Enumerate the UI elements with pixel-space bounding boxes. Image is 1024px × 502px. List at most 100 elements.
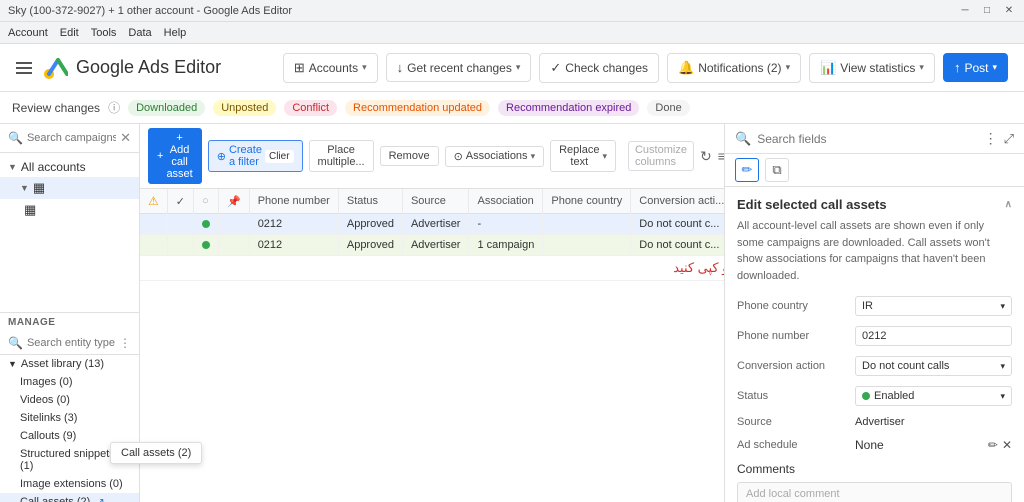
stats-icon: 📊 [820,60,836,76]
expand-panel-icon[interactable]: ⤢ [1004,131,1014,147]
content-search-box[interactable]: Customize columns [628,141,694,171]
conflict-badge[interactable]: Conflict [284,100,337,116]
all-accounts-label: All accounts [21,160,86,174]
accounts-button[interactable]: ⊞ Accounts ▾ [283,53,378,83]
table-row[interactable]: 0212 Approved Advertiser 1 campaign Do n… [140,235,724,256]
conversion-caret-icon: ▾ [1000,361,1005,372]
table-row[interactable]: 0212 Approved Advertiser - Do not count … [140,214,724,235]
post-button[interactable]: ↑ Post ▾ [943,53,1008,82]
table-header-row: ⚠ ✓ ○ 📌 Phone number Status Source Assoc… [140,189,724,214]
sidebar-item-sitelinks[interactable]: Sitelinks (3) [0,409,139,427]
conversion-action-select[interactable]: Do not count calls ▾ [855,356,1012,376]
sidebar-search2-icon: 🔍 [8,336,23,350]
sidebar-entity-list: ▼ Asset library (13) Images (0) Videos (… [0,355,139,502]
edit-button[interactable]: ✏ [735,158,759,182]
menubar: Account Edit Tools Data Help [0,22,1024,44]
sidebar-item-videos[interactable]: Videos (0) [0,391,139,409]
add-call-asset-button[interactable]: + + Add call asset [148,128,202,184]
cell-phone-country-2 [543,235,631,256]
more-icon[interactable]: ⋮ [984,130,998,147]
th-phone-number[interactable]: Phone number [249,189,338,214]
remove-button[interactable]: Remove [380,146,439,166]
phone-number-field: Phone number 0212 [737,326,1012,346]
call-assets-tooltip: Call assets (2) [110,442,140,464]
sidebar-group-asset-library[interactable]: ▼ Asset library (13) [0,355,139,373]
cell-phone-2: 0212 [249,235,338,256]
review-info-icon: ⓘ [108,99,120,116]
unposted-badge[interactable]: Unposted [213,100,276,116]
replace-text-button[interactable]: Replace text ▾ [550,140,616,172]
menu-tools[interactable]: Tools [91,27,117,39]
recommendation-expired-badge[interactable]: Recommendation expired [498,100,639,116]
check-changes-button[interactable]: ✓ Check changes [539,53,659,83]
refresh-icon[interactable]: ↻ [700,148,712,165]
cell-conversion-2: Do not count c... [631,235,724,256]
minimize-button[interactable]: ─ [958,4,972,18]
status-caret-icon: ▾ [1000,391,1005,402]
th-status[interactable]: Status [338,189,402,214]
ad-schedule-edit-icon[interactable]: ✏ [988,438,998,452]
th-source[interactable]: Source [402,189,469,214]
search-clear-icon[interactable]: ✕ [120,130,131,146]
right-panel-actions: ✏ ⧉ [725,154,1024,187]
status-select[interactable]: Enabled ▾ [855,386,1012,406]
phone-country-select[interactable]: IR ▾ [855,296,1012,316]
cell-status-dot-2 [193,235,218,256]
cell-status-2: Approved [338,235,402,256]
ad-schedule-clear-icon[interactable]: ✕ [1002,438,1012,452]
th-check: ✓ [167,189,193,214]
google-ads-logo [40,54,68,82]
comments-title: Comments [737,462,1012,476]
tree-account-2[interactable]: ▦ [0,199,139,221]
comment-input[interactable]: Add local comment [737,482,1012,502]
sidebar-entity-search: 🔍 ⋮ [0,332,139,355]
sidebar-item-image-extensions[interactable]: Image extensions (0) [0,475,139,493]
sidebar-item-call-assets[interactable]: Call assets (2) ↗ [0,493,139,502]
grid-icon-1: ▦ [33,180,45,196]
get-recent-changes-button[interactable]: ↓ Get recent changes ▾ [386,53,532,82]
place-multiple-button[interactable]: Place multiple... [309,140,374,172]
close-button[interactable]: ✕ [1002,4,1016,18]
hamburger-menu[interactable] [16,62,32,74]
check-icon: ✓ [550,60,561,76]
select-caret-icon: ▾ [1000,301,1005,312]
source-value: Advertiser [855,416,1012,428]
associations-button[interactable]: ⊙ Associations ▾ [445,146,545,167]
menu-data[interactable]: Data [128,27,151,39]
download-icon: ↓ [397,60,404,75]
sidebar-item-images[interactable]: Images (0) [0,373,139,391]
more-options-icon[interactable]: ⋮ [119,336,131,350]
fields-search-input[interactable] [757,132,977,146]
th-phone-country[interactable]: Phone country [543,189,631,214]
conversion-action-label: Conversion action [737,360,847,372]
create-filter-button[interactable]: ⊕ Create a filter Clier [208,140,303,172]
collapse-icon[interactable]: ∧ [1005,199,1012,210]
tree-all-accounts[interactable]: ▼ All accounts [0,157,139,177]
maximize-button[interactable]: □ [980,4,994,18]
th-association[interactable]: Association [469,189,543,214]
duplicate-button[interactable]: ⧉ [765,158,789,182]
cell-warning-1 [140,214,167,235]
content-toolbar: + + Add call asset ⊕ Create a filter Cli… [140,124,724,189]
th-conversion-action[interactable]: Conversion acti... [631,189,724,214]
phone-number-input[interactable]: 0212 [855,326,1012,346]
stats-caret: ▾ [919,62,924,73]
menu-edit[interactable]: Edit [60,27,79,39]
done-badge[interactable]: Done [647,100,689,116]
tree-account-1[interactable]: ▼ ▦ [0,177,139,199]
th-pin: 📌 [218,189,249,214]
search-entity-input[interactable] [27,337,115,349]
recommendation-updated-badge[interactable]: Recommendation updated [345,100,490,116]
notifications-button[interactable]: 🔔 Notifications (2) ▾ [667,53,801,83]
search-campaigns-input[interactable] [27,132,116,144]
review-changes-link[interactable]: Review changes [12,101,100,115]
call-assets-table: ⚠ ✓ ○ 📌 Phone number Status Source Assoc… [140,189,724,281]
conversion-action-field: Conversion action Do not count calls ▾ [737,356,1012,376]
menu-help[interactable]: Help [164,27,187,39]
downloaded-badge[interactable]: Downloaded [128,100,205,116]
app-title: Google Ads Editor [76,57,221,78]
view-statistics-button[interactable]: 📊 View statistics ▾ [809,53,935,83]
cell-source-1: Advertiser [402,214,469,235]
menu-account[interactable]: Account [8,27,48,39]
edit-description: All account-level call assets are shown … [737,218,1012,284]
